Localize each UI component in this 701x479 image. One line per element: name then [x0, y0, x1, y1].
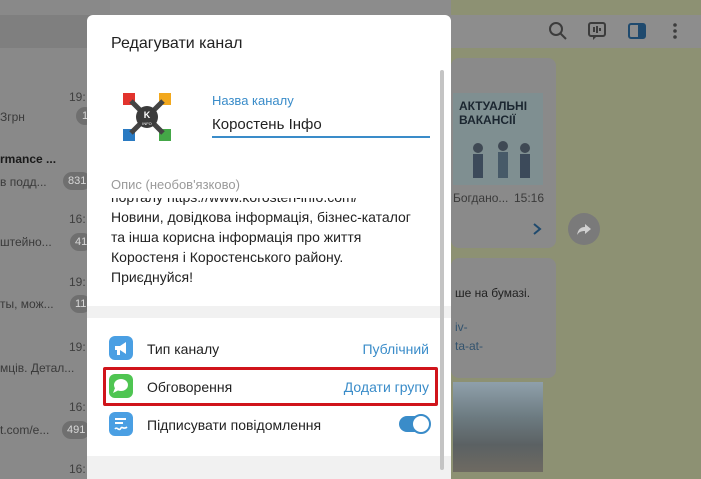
chat-preview: штейно... [0, 235, 52, 249]
chat-time: 16: [69, 400, 86, 414]
description-label: Опис (необов'язково) [111, 177, 240, 192]
chat-time: 19: [69, 90, 86, 104]
dialog-title: Редагувати канал [111, 35, 243, 52]
chat-preview: t.com/e... [0, 423, 50, 437]
search-icon[interactable] [548, 21, 568, 41]
sender-name: Богдано... [453, 191, 509, 205]
chat-time: 19: [69, 340, 86, 354]
sign-messages-row[interactable]: Підписувати повідомлення [87, 406, 439, 442]
message-text: ше на бумазі. [455, 286, 531, 300]
chat-time: 19: [69, 275, 86, 289]
chat-preview: в подд... [0, 175, 47, 189]
chat-time: 16: [69, 462, 86, 476]
forward-button[interactable] [568, 213, 600, 245]
channel-type-value[interactable]: Публічний [362, 341, 429, 357]
chevron-right-icon[interactable] [532, 222, 542, 236]
channel-name-input[interactable] [212, 112, 430, 138]
more-icon[interactable] [665, 21, 685, 41]
discussion-highlight-box [103, 367, 438, 406]
message-bubble [451, 258, 556, 378]
signature-icon [109, 412, 133, 436]
megaphone-icon [109, 336, 133, 360]
svg-text:INFO: INFO [142, 121, 152, 126]
chat-time: 16: [69, 212, 86, 226]
sidebar-toggle-icon[interactable] [627, 21, 647, 41]
chat-preview: мців. Детал... [0, 361, 75, 375]
chat-header [451, 15, 701, 48]
poster-title: АКТУАЛЬНІ ВАКАНСІЇ [459, 99, 528, 127]
description-field[interactable]: порталу https://www.korosten-info.com/ Н… [111, 190, 431, 286]
channel-logo-icon[interactable]: K INFO [121, 91, 173, 143]
people-illustration-icon [473, 141, 530, 178]
description-line: та інша корисна інформація про життя [111, 229, 362, 245]
svg-text:K: K [144, 110, 151, 120]
vacancy-poster-image: АКТУАЛЬНІ ВАКАНСІЇ [453, 93, 543, 185]
channel-name-label: Назва каналу [212, 93, 294, 108]
message-link[interactable]: iv- [455, 320, 468, 334]
dialog-scrollbar[interactable] [440, 70, 444, 470]
edit-channel-dialog: Редагувати канал K INFO Назва каналу пор… [87, 15, 451, 479]
channel-type-row[interactable]: Тип каналу Публічний [87, 330, 439, 366]
message-time: 15:16 [514, 191, 545, 205]
sign-messages-toggle[interactable] [399, 414, 431, 434]
section-divider [87, 306, 451, 318]
description-text[interactable]: порталу https://www.korosten-info.com/ Н… [111, 190, 411, 286]
description-line: Приєднуйся! [111, 269, 194, 285]
sign-messages-label: Підписувати повідомлення [147, 417, 322, 433]
message-link[interactable]: ta-at- [455, 339, 483, 353]
chat-preview: ты, мож... [0, 297, 54, 311]
channel-type-label: Тип каналу [147, 341, 220, 357]
section-divider [87, 456, 451, 479]
chat-preview: Згрн [0, 110, 25, 124]
voice-chat-icon[interactable] [587, 21, 607, 41]
forward-icon [577, 224, 591, 235]
quarry-photo-image [453, 382, 543, 472]
description-line: Коростеня і Коростенського району. [111, 249, 344, 265]
description-line: Новини, довідкова інформація, бізнес-кат… [111, 209, 411, 225]
toggle-knob [411, 414, 431, 434]
